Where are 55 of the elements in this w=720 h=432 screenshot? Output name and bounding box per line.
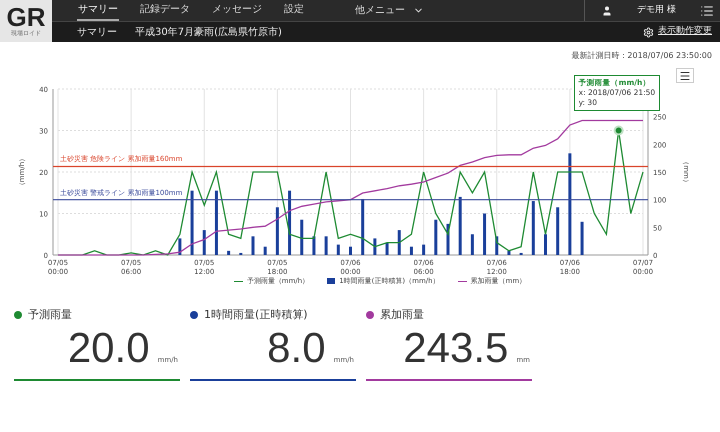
metric-label: 1時間雨量(正時積算) <box>204 306 308 322</box>
bar <box>398 230 401 255</box>
metric-label: 累加雨量 <box>380 306 424 322</box>
bar <box>532 201 535 255</box>
bar <box>386 242 389 255</box>
metric-value: 8.0 <box>267 325 326 371</box>
section-title: サマリー <box>77 26 117 40</box>
bar <box>239 252 242 255</box>
settings-icon <box>643 26 654 38</box>
bar <box>227 250 230 255</box>
bar <box>312 236 316 255</box>
user-icon <box>601 4 614 16</box>
bar <box>349 246 352 255</box>
chart-menu-button[interactable] <box>676 68 694 83</box>
bar <box>544 234 547 255</box>
bar <box>410 246 413 255</box>
bar <box>495 236 498 255</box>
metric-value: 243.5 <box>403 325 508 371</box>
bar <box>214 190 218 255</box>
bar <box>507 250 510 255</box>
bar <box>324 236 328 255</box>
menu-icon <box>679 70 691 82</box>
bar <box>252 236 254 255</box>
bar <box>178 238 182 255</box>
bar <box>264 246 267 255</box>
bar <box>483 214 486 255</box>
user-name: デモ用 様 <box>637 4 676 17</box>
bar <box>288 190 292 255</box>
bar <box>470 234 474 255</box>
bar <box>300 220 304 255</box>
nav-tab[interactable]: 記録データ <box>139 0 191 21</box>
last-updated: 最新計測日時：2018/07/06 23:50:00 <box>571 50 712 62</box>
more-menu[interactable]: 他メニュー <box>355 3 424 18</box>
bar <box>276 207 279 255</box>
bar <box>446 224 450 255</box>
bar <box>434 220 438 255</box>
bar <box>580 222 584 255</box>
bar <box>336 244 340 255</box>
legend-swatch <box>327 278 336 284</box>
bar <box>458 196 462 255</box>
bar <box>361 198 364 255</box>
bar <box>422 244 426 255</box>
menu-icon[interactable] <box>700 4 714 18</box>
settings-link[interactable]: 表示動作変更 <box>658 25 712 39</box>
bar <box>190 190 194 255</box>
bar <box>556 207 560 255</box>
page-title: 平成30年7月豪雨(広島県竹原市) <box>135 26 282 40</box>
bar <box>520 252 523 255</box>
nav-tab[interactable]: メッセージ <box>211 0 263 21</box>
bar <box>202 230 206 255</box>
bar <box>373 238 376 255</box>
metric-label: 予測雨量 <box>28 306 72 322</box>
metric-value: 20.0 <box>68 325 150 371</box>
data-point <box>614 126 624 136</box>
nav-tab[interactable]: 設定 <box>283 0 305 21</box>
